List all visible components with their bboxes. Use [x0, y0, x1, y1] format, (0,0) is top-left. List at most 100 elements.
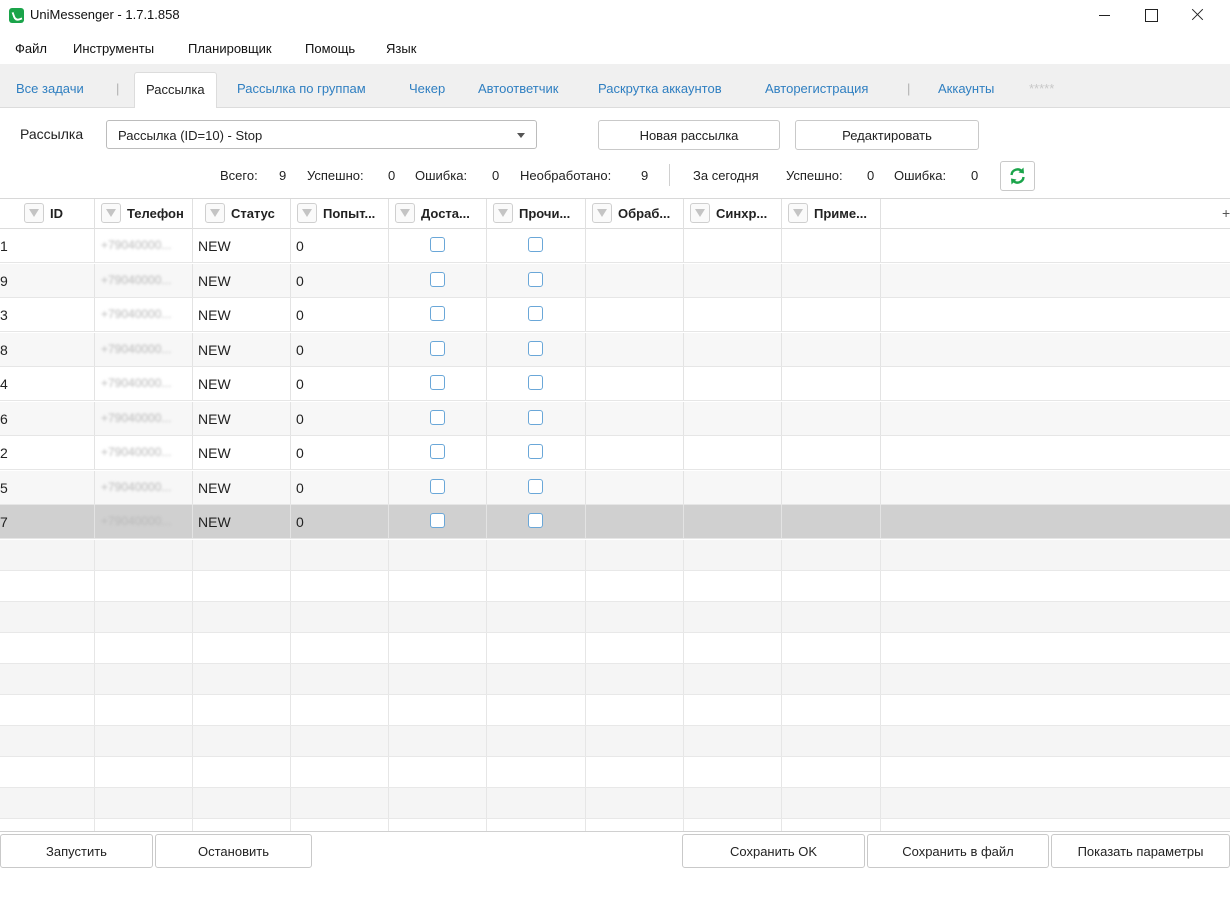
tab-accounts[interactable]: Аккаунты [938, 81, 994, 96]
filter-icon[interactable] [690, 203, 710, 223]
menu-language[interactable]: Язык [386, 41, 416, 56]
empty-row [0, 787, 1230, 819]
table-row[interactable]: 1 +79040000... NEW 0 [0, 229, 1230, 263]
cell-phone: +79040000... [101, 479, 172, 494]
add-column-icon[interactable]: + [1222, 205, 1230, 221]
save-to-file-button[interactable]: Сохранить в файл [867, 834, 1049, 868]
table-row[interactable]: 8 +79040000... NEW 0 [0, 332, 1230, 367]
menu-tools[interactable]: Инструменты [73, 41, 154, 56]
column-header-delivered[interactable]: Доста... [389, 199, 487, 229]
refresh-button[interactable] [1000, 161, 1035, 191]
read-checkbox[interactable] [528, 513, 543, 528]
tab-mailing[interactable]: Рассылка [134, 72, 217, 108]
save-ok-button[interactable]: Сохранить OK [682, 834, 865, 868]
filter-icon[interactable] [788, 203, 808, 223]
column-header-attempts[interactable]: Попыт... [291, 199, 389, 229]
maximize-icon[interactable] [1128, 0, 1174, 32]
cell-phone: +79040000... [101, 376, 172, 390]
table-row[interactable]: 6 +79040000... NEW 0 [0, 401, 1230, 436]
delivered-checkbox[interactable] [430, 513, 445, 528]
tab-autoresponder[interactable]: Автоответчик [478, 81, 558, 96]
column-header-id[interactable]: ID [18, 199, 95, 229]
minimize-icon[interactable] [1082, 0, 1128, 32]
filter-icon[interactable] [592, 203, 612, 223]
show-parameters-button[interactable]: Показать параметры [1051, 834, 1230, 868]
tab-checker[interactable]: Чекер [409, 81, 445, 96]
cell-attempts: 0 [296, 479, 304, 496]
column-header-note[interactable]: Приме... [782, 199, 881, 229]
read-checkbox[interactable] [528, 271, 543, 287]
menu-scheduler[interactable]: Планировщик [188, 41, 272, 56]
table-row[interactable]: 3 +79040000... NEW 0 [0, 298, 1230, 332]
table-row[interactable]: 9 +79040000... NEW 0 [0, 263, 1230, 298]
tab-all-tasks[interactable]: Все задачи [16, 81, 84, 96]
cell-id: 8 [0, 341, 8, 358]
table-row[interactable]: 2 +79040000... NEW 0 [0, 436, 1230, 470]
cell-attempts: 0 [296, 307, 304, 323]
read-checkbox[interactable] [528, 409, 543, 425]
stat-unprocessed-label: Необработано: [520, 168, 612, 183]
cell-status: NEW [198, 238, 231, 254]
recipients-table[interactable]: ID Телефон Статус Попыт... Доста... Проч… [0, 198, 1230, 832]
column-header-processed[interactable]: Обраб... [586, 199, 684, 229]
table-row[interactable]: 5 +79040000... NEW 0 [0, 470, 1230, 505]
tab-account-promotion[interactable]: Раскрутка аккаунтов [598, 81, 722, 96]
filter-icon[interactable] [297, 203, 317, 223]
stat-success-label: Успешно: [307, 168, 364, 183]
cell-id: 3 [0, 307, 8, 323]
mailing-label: Рассылка [20, 126, 84, 142]
delivered-checkbox[interactable] [430, 478, 445, 494]
column-header-status[interactable]: Статус [199, 199, 291, 229]
start-button[interactable]: Запустить [0, 834, 153, 868]
delivered-checkbox[interactable] [430, 340, 445, 356]
table-header: ID Телефон Статус Попыт... Доста... Проч… [0, 199, 1230, 229]
edit-button[interactable]: Редактировать [795, 120, 979, 150]
column-header-phone[interactable]: Телефон [95, 199, 193, 229]
delivered-checkbox[interactable] [430, 375, 445, 390]
cell-status: NEW [198, 341, 231, 358]
table-row[interactable]: 4 +79040000... NEW 0 [0, 367, 1230, 401]
read-checkbox[interactable] [528, 237, 543, 252]
cell-attempts: 0 [296, 410, 304, 427]
delivered-checkbox[interactable] [430, 306, 445, 321]
cell-status: NEW [198, 307, 231, 323]
cell-status: NEW [198, 376, 231, 392]
read-checkbox[interactable] [528, 375, 543, 390]
column-header-read[interactable]: Прочи... [487, 199, 586, 229]
delivered-checkbox[interactable] [430, 237, 445, 252]
mailing-select[interactable]: Рассылка (ID=10) - Stop [106, 120, 537, 149]
empty-row [0, 632, 1230, 664]
tab-autoregistration[interactable]: Авторегистрация [765, 81, 868, 96]
filter-icon[interactable] [205, 203, 225, 223]
empty-row [0, 601, 1230, 633]
stat-today-success-label: Успешно: [786, 168, 843, 183]
menu-file[interactable]: Файл [15, 41, 47, 56]
read-checkbox[interactable] [528, 444, 543, 459]
close-icon[interactable] [1174, 0, 1220, 32]
filter-icon[interactable] [101, 203, 121, 223]
empty-row [0, 725, 1230, 757]
tab-group-mailing[interactable]: Рассылка по группам [237, 81, 366, 96]
column-header-sync[interactable]: Синхр... [684, 199, 782, 229]
menu-help[interactable]: Помощь [305, 41, 355, 56]
filter-icon[interactable] [24, 203, 44, 223]
cell-status: NEW [198, 514, 231, 530]
cell-id: 1 [0, 238, 8, 254]
read-checkbox[interactable] [528, 478, 543, 494]
read-checkbox[interactable] [528, 306, 543, 321]
new-mailing-button[interactable]: Новая рассылка [598, 120, 780, 150]
tab-masked[interactable]: ***** [1029, 81, 1054, 96]
filter-icon[interactable] [493, 203, 513, 223]
delivered-checkbox[interactable] [430, 409, 445, 425]
filter-icon[interactable] [395, 203, 415, 223]
delivered-checkbox[interactable] [430, 271, 445, 287]
table-row[interactable]: 7 +79040000... NEW 0 [0, 505, 1230, 539]
cell-phone: +79040000... [101, 307, 172, 321]
read-checkbox[interactable] [528, 340, 543, 356]
stop-button[interactable]: Остановить [155, 834, 312, 868]
cell-phone: +79040000... [101, 410, 172, 425]
stat-today-error: 0 [971, 168, 979, 183]
cell-phone: +79040000... [101, 445, 172, 459]
delivered-checkbox[interactable] [430, 444, 445, 459]
stat-total: 9 [279, 168, 287, 183]
